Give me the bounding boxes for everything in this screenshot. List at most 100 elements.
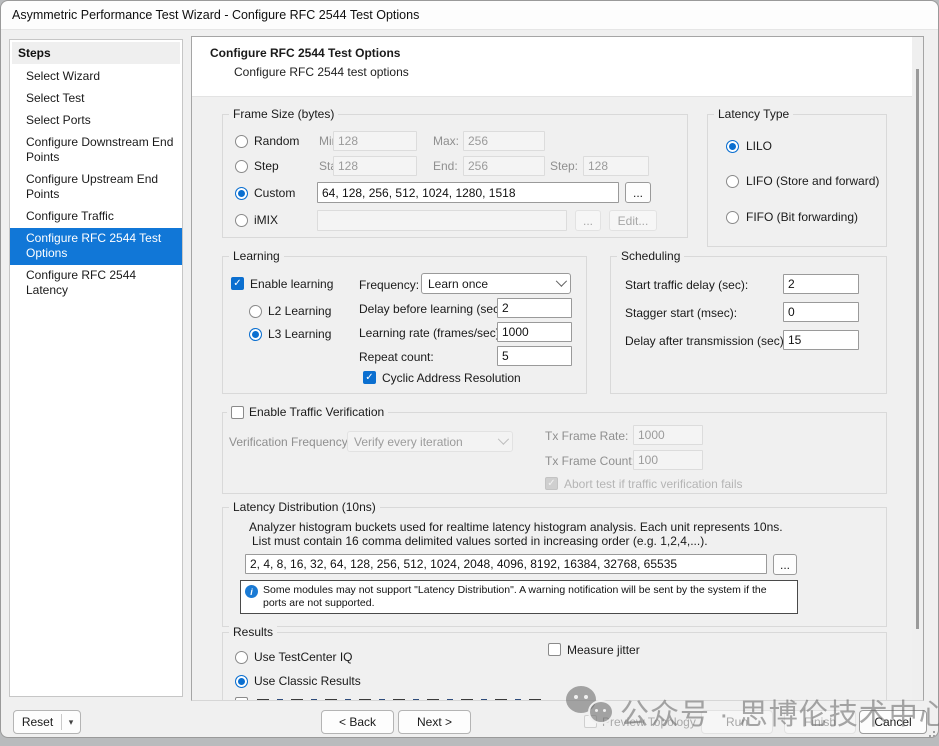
info-icon: i — [245, 585, 258, 598]
tx-frame-count-input[interactable] — [633, 450, 703, 470]
latency-distribution-info-box: i Some modules may not support "Latency … — [240, 580, 798, 614]
l3-learning-label[interactable]: L3 Learning — [268, 327, 331, 341]
imix-browse-button[interactable]: ... — [575, 210, 601, 231]
verification-frequency-select[interactable]: Verify every iteration — [347, 431, 513, 452]
start-traffic-delay-input[interactable] — [783, 274, 859, 294]
next-button[interactable]: Next > — [398, 710, 471, 734]
enable-learning-checkbox[interactable]: ✓ — [231, 277, 244, 290]
step-configure-downstream-end-points[interactable]: Configure Downstream End Points — [10, 132, 182, 169]
l2-learning-label[interactable]: L2 Learning — [268, 304, 331, 318]
step-select-wizard[interactable]: Select Wizard — [10, 66, 182, 88]
enable-learning-label[interactable]: Enable learning — [250, 277, 333, 291]
learning-legend: Learning — [229, 249, 284, 264]
stepsize-input[interactable] — [583, 156, 649, 176]
latency-fifo-radio[interactable] — [726, 211, 739, 224]
stagger-start-label: Stagger start (msec): — [625, 306, 737, 320]
latency-lifo-radio[interactable] — [726, 175, 739, 188]
frequency-label: Frequency: — [359, 278, 419, 292]
measure-jitter-checkbox[interactable] — [548, 643, 561, 656]
frame-size-step-radio[interactable] — [235, 160, 248, 173]
clipped-text — [257, 699, 547, 701]
frame-size-random-radio[interactable] — [235, 135, 248, 148]
wizard-window: Asymmetric Performance Test Wizard - Con… — [0, 0, 939, 738]
step-select-ports[interactable]: Select Ports — [10, 110, 182, 132]
repeat-count-input[interactable] — [497, 346, 572, 366]
frame-size-group: Frame Size (bytes) Random Min: Max: Step… — [222, 114, 688, 238]
clipped-checkbox — [235, 697, 248, 701]
l3-learning-radio[interactable] — [249, 328, 262, 341]
latency-lifo-label[interactable]: LIFO (Store and forward) — [746, 174, 879, 188]
chevron-down-icon — [498, 433, 509, 444]
l2-learning-radio[interactable] — [249, 305, 262, 318]
frame-size-random-label[interactable]: Random — [254, 134, 299, 148]
latency-lilo-label[interactable]: LILO — [746, 139, 772, 153]
scrollbar-track[interactable] — [912, 37, 924, 700]
custom-sizes-input[interactable] — [317, 182, 619, 203]
cyclic-address-resolution-label[interactable]: Cyclic Address Resolution — [382, 371, 521, 385]
step-configure-traffic[interactable]: Configure Traffic — [10, 206, 182, 228]
results-legend: Results — [229, 625, 277, 640]
latency-buckets-browse-button[interactable]: ... — [773, 554, 797, 575]
reset-split-button[interactable]: Reset ▾ — [13, 710, 81, 734]
frame-size-imix-label[interactable]: iMIX — [254, 213, 278, 227]
cyclic-address-resolution-checkbox[interactable]: ✓ — [363, 371, 376, 384]
min-input[interactable] — [333, 131, 417, 151]
abort-test-label: Abort test if traffic verification fails — [564, 477, 743, 491]
steps-panel: Steps Select Wizard Select Test Select P… — [9, 39, 183, 697]
imix-input[interactable] — [317, 210, 567, 231]
measure-jitter-label[interactable]: Measure jitter — [567, 643, 640, 657]
use-testcenter-iq-radio[interactable] — [235, 651, 248, 664]
use-testcenter-iq-label[interactable]: Use TestCenter IQ — [254, 650, 352, 664]
reset-button[interactable]: Reset — [14, 715, 61, 729]
latency-buckets-input[interactable] — [245, 554, 767, 574]
scrollbar-thumb[interactable] — [916, 69, 919, 629]
chevron-down-icon — [556, 275, 567, 286]
latency-fifo-label[interactable]: FIFO (Bit forwarding) — [746, 210, 858, 224]
delay-after-transmission-label: Delay after transmission (sec): — [625, 334, 787, 348]
start-input[interactable] — [333, 156, 417, 176]
delay-before-learning-input[interactable] — [497, 298, 572, 318]
main-panel: Configure RFC 2544 Test Options Configur… — [191, 36, 924, 701]
latency-lilo-radio[interactable] — [726, 140, 739, 153]
stagger-start-input[interactable] — [783, 302, 859, 322]
imix-edit-button[interactable]: Edit... — [609, 210, 657, 231]
abort-test-checkbox[interactable]: ✓ — [545, 477, 558, 490]
back-button[interactable]: < Back — [321, 710, 394, 734]
frequency-value: Learn once — [428, 277, 488, 291]
custom-browse-button[interactable]: ... — [625, 182, 651, 203]
learning-rate-label: Learning rate (frames/sec): — [359, 326, 503, 340]
tx-frame-rate-input[interactable] — [633, 425, 703, 445]
tx-frame-count-label: Tx Frame Count: — [545, 454, 635, 468]
frequency-select[interactable]: Learn once — [421, 273, 571, 294]
delay-after-transmission-input[interactable] — [783, 330, 859, 350]
check-icon: ✓ — [233, 279, 241, 289]
step-configure-upstream-end-points[interactable]: Configure Upstream End Points — [10, 169, 182, 206]
finish-button[interactable]: Finish — [784, 710, 856, 734]
frame-size-legend: Frame Size (bytes) — [229, 107, 338, 122]
use-classic-results-radio[interactable] — [235, 675, 248, 688]
step-configure-rfc2544-latency[interactable]: Configure RFC 2544 Latency — [10, 265, 182, 302]
frame-size-custom-label[interactable]: Custom — [254, 186, 295, 200]
preview-topology-checkbox[interactable] — [584, 715, 597, 728]
end-input[interactable] — [463, 156, 545, 176]
frame-size-step-label[interactable]: Step — [254, 159, 279, 173]
dropdown-arrow-icon[interactable]: ▾ — [62, 717, 80, 728]
run-button[interactable]: Run — [701, 710, 773, 734]
frame-size-custom-radio[interactable] — [235, 187, 248, 200]
cancel-button[interactable]: Cancel — [859, 710, 927, 734]
learning-rate-input[interactable] — [497, 322, 572, 342]
steps-header: Steps — [12, 42, 180, 64]
frame-size-imix-radio[interactable] — [235, 214, 248, 227]
enable-traffic-verification-checkbox[interactable] — [231, 406, 244, 419]
start-traffic-delay-label: Start traffic delay (sec): — [625, 278, 748, 292]
max-input[interactable] — [463, 131, 545, 151]
step-configure-rfc2544-test-options[interactable]: Configure RFC 2544 Test Options — [10, 228, 182, 265]
step-select-test[interactable]: Select Test — [10, 88, 182, 110]
latency-type-legend: Latency Type — [714, 107, 793, 122]
traffic-verification-caption: Enable Traffic Verification — [227, 405, 388, 420]
use-classic-results-label[interactable]: Use Classic Results — [254, 674, 361, 688]
max-label: Max: — [433, 134, 459, 148]
delay-before-learning-label: Delay before learning (sec): — [359, 302, 506, 316]
latency-distribution-desc-2: List must contain 16 comma delimited val… — [252, 534, 708, 548]
enable-traffic-verification-label[interactable]: Enable Traffic Verification — [249, 405, 384, 420]
